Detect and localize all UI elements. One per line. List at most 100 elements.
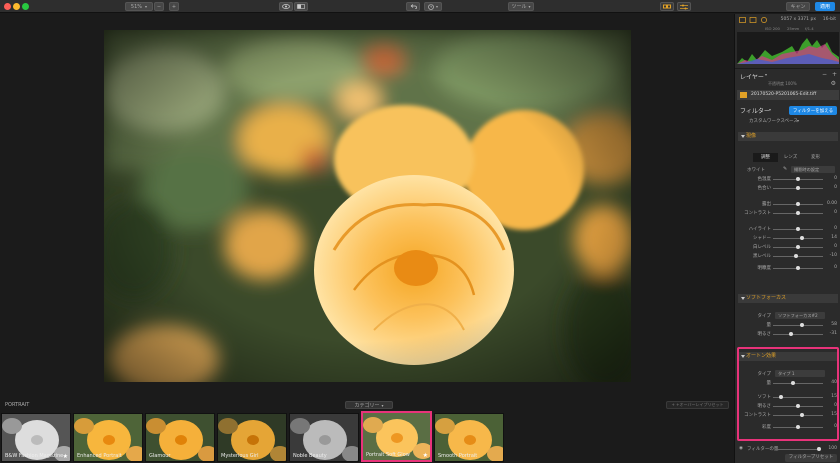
slider-knob[interactable] xyxy=(796,211,800,215)
preset-thumb-bw-fashion[interactable]: B&W Fashion Magazine ★ xyxy=(1,413,71,462)
slider-track[interactable] xyxy=(773,334,823,335)
histogram xyxy=(737,32,839,64)
soft-focus-section-header[interactable]: ソフトフォーカス xyxy=(738,294,838,303)
adjustments-toggle-button[interactable] xyxy=(677,2,691,11)
slider-knob[interactable] xyxy=(793,254,798,258)
preset-thumb-enhanced-portrait[interactable]: Enhanced Portrait xyxy=(73,413,143,462)
develop-section-header[interactable]: 現像 xyxy=(738,132,838,141)
soft-type-select[interactable]: ソフトフォーカス#2 xyxy=(775,312,825,319)
filter-amount-row: ◉ フィルターの量 100 xyxy=(735,445,840,453)
eye-icon[interactable]: ◉ xyxy=(739,446,743,451)
minus-icon[interactable]: − xyxy=(822,71,827,78)
star-icon[interactable]: ★ xyxy=(423,452,428,459)
image-canvas[interactable] xyxy=(0,14,733,397)
image-dimensions: 5057 x 3371 px xyxy=(780,17,816,22)
filmstrip-toggle-button[interactable] xyxy=(660,2,674,11)
white-balance-value: 撮影時の設定 xyxy=(794,167,820,172)
slider-knob[interactable] xyxy=(796,202,800,206)
info-icons xyxy=(739,17,767,23)
workspace-selector[interactable]: カスタムワークスペース xyxy=(749,118,798,124)
zoom-in-button[interactable]: + xyxy=(169,2,179,11)
slider-knob[interactable] xyxy=(799,236,804,240)
preview-eye-button[interactable] xyxy=(279,2,293,11)
star-icon[interactable]: ★ xyxy=(63,453,68,460)
slider-knob[interactable] xyxy=(796,227,800,231)
chevron-down-icon[interactable]: ▾ xyxy=(765,72,767,77)
slider-knob[interactable] xyxy=(800,323,804,327)
tab-transform[interactable]: 変形 xyxy=(803,153,828,162)
undo-button[interactable] xyxy=(406,2,420,11)
focal-length: 25mm xyxy=(787,26,800,31)
layers-title: レイヤー xyxy=(740,74,764,81)
filter-amount-label: フィルターの量 xyxy=(747,447,779,452)
plus-icon[interactable]: + xyxy=(832,71,837,78)
slider-track[interactable] xyxy=(773,325,823,326)
preset-label: Portrait Soft Glow xyxy=(366,452,410,458)
slider-value: 58 xyxy=(831,322,837,327)
slider-label: 色合い xyxy=(757,186,772,191)
overlay-preset-button[interactable]: + +オーバーレイプリセット xyxy=(666,401,729,409)
filter-amount-value: 100 xyxy=(828,446,837,451)
compare-button[interactable] xyxy=(294,2,308,11)
tools-menu[interactable]: ツール ▾ xyxy=(508,2,534,11)
minus-icon: − xyxy=(156,3,162,10)
cancel-button[interactable]: キャン xyxy=(786,2,810,11)
white-balance-select[interactable]: 撮影時の設定 xyxy=(791,166,835,173)
slider-knob[interactable] xyxy=(796,177,800,181)
tab-lens[interactable]: レンズ xyxy=(778,153,803,162)
layer-opacity[interactable]: 不透明度 100% xyxy=(768,81,797,87)
preset-thumb-portrait-soft-glow[interactable]: Portrait Soft Glow ★ xyxy=(361,411,432,462)
preset-thumb-noble-beauty[interactable]: Noble Beauty xyxy=(289,413,359,462)
slider-value: 0 xyxy=(834,265,837,270)
preset-thumb-glamour[interactable]: Glamour xyxy=(145,413,215,462)
cancel-label: キャン xyxy=(790,4,806,10)
slider-label: ハイライト xyxy=(748,227,771,232)
layer-row[interactable]: 20170520-P5201065-Edit.tiff xyxy=(737,90,839,100)
preset-thumb-mysterious-girl[interactable]: Mysterious Girl xyxy=(217,413,287,462)
slider-track[interactable] xyxy=(773,256,823,257)
tab-label: 変形 xyxy=(811,155,820,160)
slider-label: 明るさ xyxy=(757,332,772,337)
tab-label: 調整 xyxy=(761,155,770,160)
chevron-down-icon[interactable]: ▾ xyxy=(797,118,799,123)
zoom-window-icon[interactable] xyxy=(22,3,29,10)
slider-value: 0 xyxy=(834,185,837,190)
slider-knob[interactable] xyxy=(796,266,800,270)
develop-title: 現像 xyxy=(746,133,757,139)
chevron-down-icon[interactable]: ▾ xyxy=(769,107,771,112)
minimize-window-icon[interactable] xyxy=(13,3,20,10)
layers-header: レイヤー ▾ − + xyxy=(735,68,840,81)
slider-row: 白レベル 0 xyxy=(735,243,840,251)
zoom-out-button[interactable]: − xyxy=(154,2,164,11)
chevron-down-icon: ▾ xyxy=(145,4,148,9)
add-filter-button[interactable]: フィルターを加える xyxy=(789,106,837,115)
slider-knob[interactable] xyxy=(796,186,800,190)
slider-knob[interactable] xyxy=(796,245,800,249)
slider-track[interactable] xyxy=(773,238,823,239)
category-dropdown[interactable]: カテゴリー ▾ xyxy=(345,401,393,409)
history-button[interactable]: ▾ xyxy=(424,2,442,11)
slider-knob[interactable] xyxy=(788,332,793,336)
apply-button[interactable]: 適用 xyxy=(815,2,835,11)
filter-amount-knob[interactable] xyxy=(817,447,821,451)
filter-preset-button[interactable]: フィルタープリセット xyxy=(785,454,837,462)
slider-row: 露出 0.00 xyxy=(735,200,840,208)
slider-label: コントラスト xyxy=(744,211,771,216)
tools-label: ツール xyxy=(511,4,527,10)
eyedropper-icon[interactable]: ✎ xyxy=(783,166,787,172)
tab-adjust[interactable]: 調整 xyxy=(753,153,778,162)
gear-icon[interactable]: ⚙ xyxy=(831,80,836,87)
preset-thumb-smooth-portrait[interactable]: Smooth Portrait xyxy=(434,413,504,462)
close-window-icon[interactable] xyxy=(4,3,11,10)
chevron-down-icon: ▾ xyxy=(381,402,384,408)
zoom-select[interactable]: 51% ▾ xyxy=(125,2,153,11)
category-label: カテゴリー xyxy=(354,402,380,409)
zoom-value: 51% xyxy=(130,3,143,10)
right-panel: 5057 x 3371 px 16-bit ISO 200 25mm f/1.4… xyxy=(734,14,840,463)
white-balance-row: ホワイト ✎ 撮影時の設定 xyxy=(735,166,840,174)
slider-label: 量 xyxy=(766,323,772,328)
preset-label: Smooth Portrait xyxy=(438,453,478,459)
slider-row: 色温度 0 xyxy=(735,175,840,183)
preset-label: Noble Beauty xyxy=(293,453,327,459)
sliders-icon xyxy=(680,4,688,9)
